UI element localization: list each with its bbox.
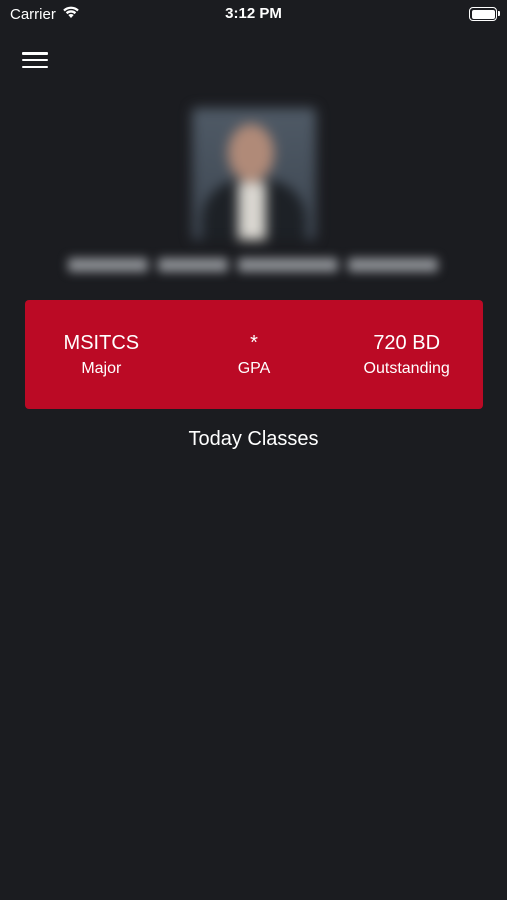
battery-icon xyxy=(469,7,500,21)
gpa-value: * xyxy=(250,331,258,354)
status-bar: Carrier 3:12 PM xyxy=(0,0,507,28)
major-value: MSITCS xyxy=(63,331,140,354)
stat-outstanding: 720 BD Outstanding xyxy=(330,330,483,380)
outstanding-label: Outstanding xyxy=(363,359,450,377)
stat-major: MSITCS Major xyxy=(25,330,178,380)
hamburger-menu-icon[interactable] xyxy=(22,50,48,70)
gpa-label: GPA xyxy=(237,359,271,377)
stats-card: MSITCS Major * GPA 720 BD Outstanding xyxy=(25,300,483,409)
stat-gpa: * GPA xyxy=(178,330,331,380)
student-name-blurred xyxy=(62,250,444,280)
outstanding-value: 720 BD xyxy=(373,331,441,354)
today-classes-title: Today Classes xyxy=(188,428,319,450)
major-label: Major xyxy=(81,359,122,377)
avatar xyxy=(192,108,316,240)
status-time: 3:12 PM xyxy=(225,5,282,22)
